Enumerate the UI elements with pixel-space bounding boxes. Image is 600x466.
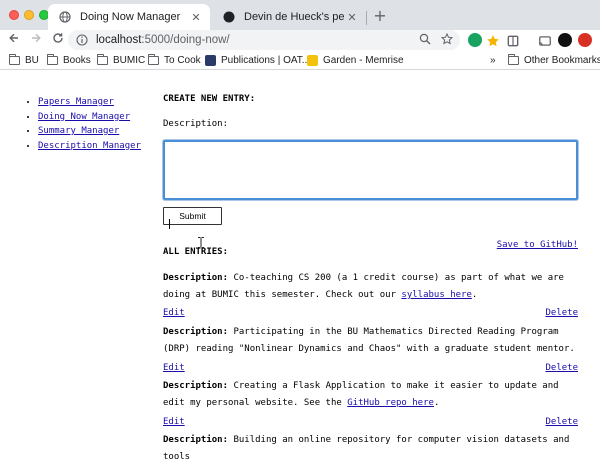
create-entry-heading: CREATE NEW ENTRY: [163,94,256,104]
forward-arrow-icon[interactable] [28,32,44,48]
text-caret [169,219,170,229]
bookmark-label: BUMIC [113,54,146,66]
cast-icon[interactable] [538,33,552,47]
github-repo-link[interactable]: GitHub repo here [347,398,434,408]
entry-item: Description: Co-teaching CS 200 (a 1 cre… [163,270,578,304]
description-label: Description: [163,119,229,129]
url-host: localhost [96,34,142,46]
submit-button[interactable]: Submit [163,207,222,225]
sidebar-item-doing-now: Doing Now Manager [38,110,141,125]
bookmark-memrise[interactable]: Garden - Memrise [307,53,404,67]
bookmarks-bar: BU Books BUMIC To Cook Publications | OA… [0,50,600,70]
entry-text-end: . [471,290,478,300]
entry-actions: Edit Delete [163,305,578,322]
extension-icon[interactable] [506,33,520,47]
entry-item: Description: Creating a Flask Applicatio… [163,378,578,412]
delete-link[interactable]: Delete [545,305,578,322]
bookmark-books[interactable]: Books [47,53,91,67]
description-textarea[interactable] [163,140,578,200]
save-to-github-link[interactable]: Save to GitHub! [497,237,578,254]
sidebar-link-doing-now-manager[interactable]: Doing Now Manager [38,112,130,122]
info-icon[interactable] [76,34,88,46]
tab-separator [366,11,367,25]
memrise-favicon-icon [307,54,318,66]
bookmark-to-cook[interactable]: To Cook [148,53,201,67]
entry-description-label: Description: [163,381,229,391]
bookmark-bumic[interactable]: BUMIC [97,53,145,67]
tab-title: Doing Now Manager [80,11,181,23]
bookmark-label: Other Bookmarks [524,54,600,66]
close-tab-icon[interactable]: ✕ [344,9,360,25]
tab-title: Devin de Hueck's personal site [244,11,344,23]
bookmark-label: BU [25,54,39,66]
ibeam-cursor-icon [197,233,205,248]
globe-icon [58,10,72,24]
other-bookmarks[interactable]: Other Bookmarks [508,53,600,67]
back-arrow-icon[interactable] [6,32,22,48]
edit-link[interactable]: Edit [163,305,185,322]
favorite-star-extension-icon[interactable] [486,33,500,47]
new-tab-button[interactable]: + [372,8,388,24]
bookmarks-overflow-button[interactable]: » [490,53,496,67]
folder-icon [47,53,58,65]
grammarly-extension-icon[interactable] [468,33,482,47]
zoom-icon[interactable] [418,33,432,47]
bookmark-label: To Cook [164,54,201,66]
entry-text-end: . [433,398,440,408]
bookmark-publications[interactable]: Publications | OAT... [205,53,310,67]
entry-actions: Edit Delete [163,360,578,377]
edit-link[interactable]: Edit [163,414,185,431]
profile-avatar[interactable] [558,33,572,47]
entry-item: Description: Participating in the BU Mat… [163,324,578,358]
tab-strip: Doing Now Manager ✕ Devin de Hueck's per… [0,0,600,30]
delete-link[interactable]: Delete [545,360,578,377]
close-window-button[interactable] [9,10,19,20]
all-entries-heading: ALL ENTRIES: [163,247,229,257]
site-favicon-icon [222,10,236,24]
reload-icon[interactable] [50,32,66,48]
sidebar-link-papers-manager[interactable]: Papers Manager [38,97,114,107]
star-bookmark-icon[interactable] [440,32,454,47]
address-bar[interactable]: localhost:5000/doing-now/ [68,30,460,50]
sidebar-item-papers: Papers Manager [38,95,141,110]
entry-description-label: Description: [163,435,229,445]
sidebar-item-summary: Summary Manager [38,124,141,139]
page-content: Papers Manager Doing Now Manager Summary… [0,71,600,462]
bookmark-label: Books [63,54,91,66]
folder-icon [148,53,159,65]
entry-item: Description: Building an online reposito… [163,432,578,466]
sidebar-link-description-manager[interactable]: Description Manager [38,141,141,151]
browser-toolbar: localhost:5000/doing-now/ [0,30,600,50]
entry-description-label: Description: [163,273,229,283]
minimize-window-button[interactable] [24,10,34,20]
close-tab-icon[interactable]: ✕ [188,9,204,25]
bookmark-bu[interactable]: BU [9,53,39,67]
entry-description-label: Description: [163,327,229,337]
tab-personal-site[interactable]: Devin de Hueck's personal site ✕ [212,4,366,30]
tab-doing-now-manager[interactable]: Doing Now Manager ✕ [48,4,210,30]
bookmark-label: Publications | OAT... [221,54,311,66]
folder-icon [97,53,108,65]
syllabus-link[interactable]: syllabus here [401,290,471,300]
folder-icon [508,53,519,65]
url-path: :5000/doing-now/ [141,34,230,46]
delete-link[interactable]: Delete [545,414,578,431]
sidebar-link-summary-manager[interactable]: Summary Manager [38,126,119,136]
bookmark-label: Garden - Memrise [323,54,404,66]
sidebar-item-description: Description Manager [38,139,141,154]
menu-icon[interactable] [578,33,592,47]
site-favicon-icon [205,54,216,66]
sidebar-nav: Papers Manager Doing Now Manager Summary… [26,95,141,153]
folder-icon [9,53,20,65]
entry-actions: Edit Delete [163,414,578,431]
edit-link[interactable]: Edit [163,360,185,377]
